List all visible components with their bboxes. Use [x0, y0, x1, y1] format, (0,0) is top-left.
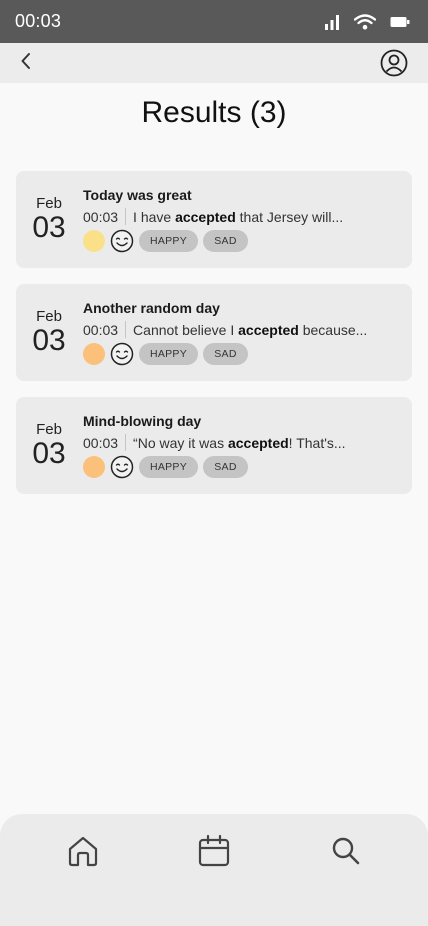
- result-card[interactable]: Feb 03 Today was great 00:03 I have accepted…: [16, 171, 412, 268]
- mood-color-dot: [83, 230, 105, 252]
- search-icon: [329, 837, 363, 872]
- home-icon: [66, 836, 100, 872]
- tag-sad[interactable]: SAD: [203, 456, 248, 478]
- nav-home-button[interactable]: [66, 834, 100, 868]
- mood-color-dot: [83, 456, 105, 478]
- divider: [125, 208, 127, 225]
- snippet-text: because...: [298, 321, 368, 338]
- smiling-face-icon: [110, 342, 134, 366]
- entry-tags: HAPPY SAD: [83, 229, 248, 253]
- entry-title: Another random day: [83, 300, 220, 316]
- entry-title: Mind-blowing day: [83, 413, 202, 429]
- calendar-icon: [197, 834, 231, 872]
- back-chevron-icon: [19, 51, 33, 76]
- back-button[interactable]: [14, 51, 38, 75]
- snippet-text: Cannot believe I: [133, 321, 239, 338]
- entry-date: Feb 03: [16, 397, 82, 494]
- smiling-face-icon: [110, 229, 134, 253]
- tag-happy[interactable]: HAPPY: [139, 456, 198, 478]
- entry-preview: 00:03 “No way it was accepted! That's...: [83, 434, 402, 451]
- entry-body: Mind-blowing day 00:03 “No way it was acce…: [83, 397, 402, 494]
- entry-month: Feb: [36, 195, 62, 212]
- entry-day: 03: [32, 324, 66, 357]
- entry-month: Feb: [36, 421, 62, 438]
- snippet-text: “No way it was: [133, 434, 228, 451]
- bottom-navigation: [0, 814, 428, 926]
- mood-color-dot: [83, 343, 105, 365]
- tag-sad[interactable]: SAD: [203, 230, 248, 252]
- divider: [125, 434, 127, 451]
- snippet-text: ! That's...: [288, 434, 346, 451]
- nav-calendar-button[interactable]: [197, 834, 231, 868]
- signal-icon: [324, 14, 340, 30]
- entry-tags: HAPPY SAD: [83, 455, 248, 479]
- entry-time: 00:03: [83, 434, 119, 451]
- entry-date: Feb 03: [16, 284, 82, 381]
- entry-snippet: Cannot believe I accepted because...: [133, 322, 367, 338]
- status-time: 00:03: [15, 11, 62, 31]
- smiling-face-icon: [110, 455, 134, 479]
- results-list: Feb 03 Today was great 00:03 I have accepted…: [16, 171, 412, 510]
- entry-day: 03: [32, 211, 66, 244]
- tag-happy[interactable]: HAPPY: [139, 343, 198, 365]
- snippet-text: that Jersey will...: [235, 208, 344, 225]
- search-match-highlight: accepted: [175, 208, 236, 225]
- entry-preview: 00:03 Cannot believe I accepted because..…: [83, 321, 402, 338]
- entry-body: Today was great 00:03 I have accepted that…: [83, 171, 402, 268]
- tag-sad[interactable]: SAD: [203, 343, 248, 365]
- battery-icon: [390, 16, 410, 28]
- top-app-bar: [0, 43, 428, 83]
- status-bar: 00:03: [0, 0, 428, 43]
- entry-month: Feb: [36, 308, 62, 325]
- entry-title: Today was great: [83, 187, 192, 203]
- entry-body: Another random day 00:03 Cannot believe I …: [83, 284, 402, 381]
- divider: [125, 321, 127, 338]
- result-card[interactable]: Feb 03 Mind-blowing day 00:03 “No way it was…: [16, 397, 412, 494]
- profile-icon: [380, 49, 408, 81]
- entry-time: 00:03: [83, 321, 119, 338]
- entry-day: 03: [32, 437, 66, 470]
- entry-date: Feb 03: [16, 171, 82, 268]
- snippet-text: I have: [133, 208, 176, 225]
- search-match-highlight: accepted: [227, 434, 289, 451]
- tag-happy[interactable]: HAPPY: [139, 230, 198, 252]
- wifi-icon: [354, 13, 376, 30]
- nav-search-button[interactable]: [329, 834, 363, 868]
- result-card[interactable]: Feb 03 Another random day 00:03 Cannot belie…: [16, 284, 412, 381]
- status-icons: [324, 13, 410, 30]
- entry-preview: 00:03 I have accepted that Jersey will...: [83, 208, 402, 225]
- page-title: Results (3): [141, 96, 287, 129]
- entry-time: 00:03: [83, 208, 119, 225]
- entry-snippet: I have accepted that Jersey will...: [133, 209, 343, 225]
- search-match-highlight: accepted: [238, 321, 299, 338]
- profile-button[interactable]: [380, 49, 408, 77]
- entry-tags: HAPPY SAD: [83, 342, 248, 366]
- entry-snippet: “No way it was accepted! That's...: [133, 435, 346, 451]
